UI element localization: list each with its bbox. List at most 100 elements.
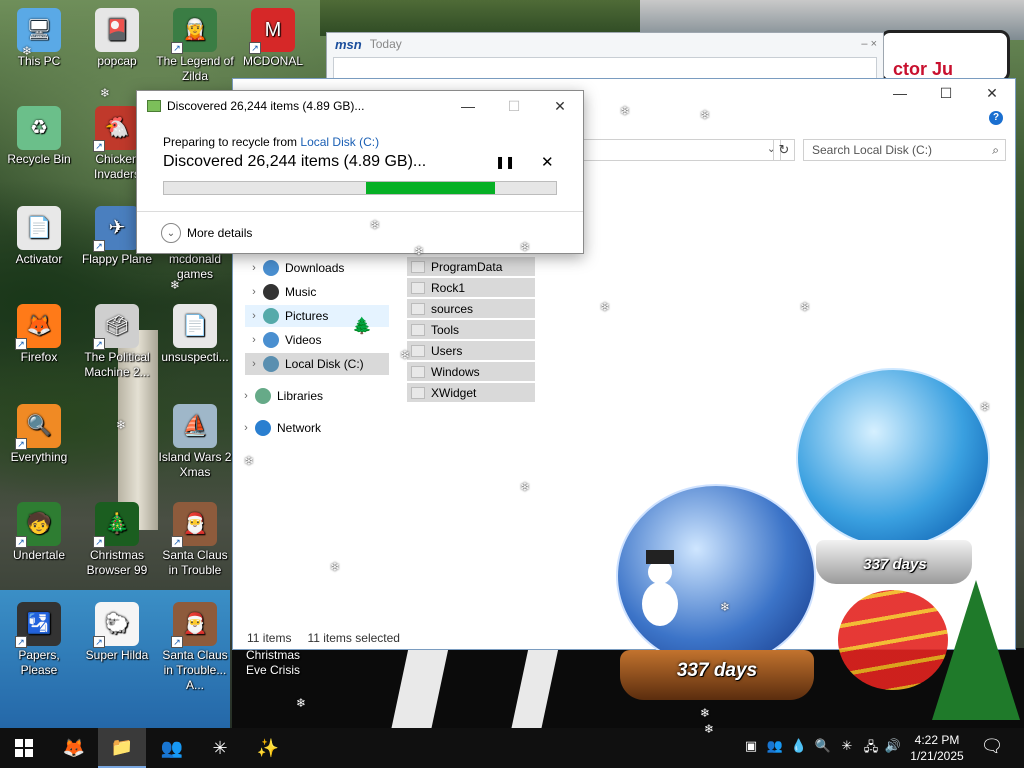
pause-button[interactable]: ❚❚ bbox=[495, 155, 515, 169]
address-bar[interactable]: ⌄ bbox=[569, 139, 781, 161]
tray-drop-icon[interactable]: 💧 bbox=[790, 738, 808, 758]
folder-icon bbox=[411, 260, 425, 273]
tray-app-icon[interactable]: ▣ bbox=[742, 738, 760, 758]
activator-icon: 📄 bbox=[17, 206, 61, 250]
nav-item[interactable]: › Libraries bbox=[237, 385, 387, 407]
taskbar-app[interactable]: 👥 bbox=[148, 728, 196, 768]
nav-item[interactable]: › Music bbox=[245, 281, 389, 303]
cancel-button[interactable]: ✕ bbox=[541, 153, 554, 171]
chevron-right-icon[interactable]: › bbox=[245, 358, 263, 370]
file-row[interactable]: XWidget bbox=[407, 383, 535, 402]
chevron-right-icon[interactable]: › bbox=[245, 286, 263, 298]
tray-people-icon[interactable]: 👥 bbox=[766, 738, 784, 758]
file-name: Rock1 bbox=[431, 280, 466, 295]
christmas-browser-icon: 🎄 ↗ bbox=[93, 502, 139, 548]
taskbar-clock[interactable]: 4:22 PM 1/21/2025 bbox=[906, 732, 968, 764]
maximize-button[interactable]: ☐ bbox=[923, 79, 969, 107]
file-row[interactable]: Users bbox=[407, 341, 535, 360]
chevron-right-icon[interactable]: › bbox=[245, 310, 263, 322]
desktop-icon[interactable]: 🔍 ↗ Everything bbox=[0, 404, 78, 465]
snowflake-icon: ❄ bbox=[600, 300, 611, 314]
snow-globe-right-label: 337 days bbox=[863, 556, 927, 573]
progress-bar bbox=[163, 181, 557, 195]
chevron-right-icon[interactable]: › bbox=[237, 390, 255, 402]
file-row[interactable]: Windows bbox=[407, 362, 535, 381]
desktop-icon[interactable]: 🛂 ↗ Papers, Please bbox=[0, 602, 78, 678]
taskbar-firefox[interactable]: 🦊 bbox=[50, 728, 98, 768]
volume-icon[interactable]: 🔊 bbox=[884, 738, 902, 758]
desktop-icon[interactable]: 🗳 ↗ The Political Machine 2... bbox=[78, 304, 156, 380]
close-button[interactable]: ✕ bbox=[969, 79, 1015, 107]
search-input[interactable]: Search Local Disk (C:) ⌕ bbox=[803, 139, 1006, 161]
clock-date: 1/21/2025 bbox=[910, 749, 964, 763]
desktop-icon-label: The Legend of Zilda bbox=[156, 54, 234, 83]
desktop-icon[interactable]: 🐑 ↗ Super Hilda bbox=[78, 602, 156, 663]
folder-icon bbox=[411, 281, 425, 294]
desktop-icon-label: MCDONAL bbox=[242, 54, 303, 68]
chevron-right-icon[interactable]: › bbox=[237, 422, 255, 434]
snowflake-icon: ❄ bbox=[700, 108, 711, 122]
more-details-button[interactable]: ⌄ More details bbox=[161, 223, 252, 243]
file-row[interactable]: ProgramData bbox=[407, 257, 535, 276]
file-row[interactable]: sources bbox=[407, 299, 535, 318]
msn-window-controls[interactable]: – × bbox=[861, 38, 877, 50]
file-row[interactable]: Tools bbox=[407, 320, 535, 339]
nav-icon bbox=[263, 356, 279, 372]
desktop-icon-label: Undertale bbox=[12, 548, 66, 562]
chevron-down-icon: ⌄ bbox=[161, 223, 181, 243]
desktop-icon[interactable]: 🧒 ↗ Undertale bbox=[0, 502, 78, 563]
recycle-progress-dialog[interactable]: Discovered 26,244 items (4.89 GB)... — ☐… bbox=[136, 90, 584, 254]
taskbar-file-explorer[interactable]: 📁 bbox=[98, 728, 146, 768]
chevron-right-icon[interactable]: › bbox=[245, 262, 263, 274]
tray-snowflake-icon[interactable]: ✳ bbox=[838, 738, 856, 758]
snowflake-icon: ✳ bbox=[212, 737, 228, 758]
desktop-icon-label: Santa Claus in Trouble... A... bbox=[162, 648, 228, 692]
desktop-icon[interactable]: 🦊 ↗ Firefox bbox=[0, 304, 78, 365]
desktop-icon-label: This PC bbox=[17, 54, 61, 68]
taskbar-snowflake-app[interactable]: ✳ bbox=[196, 728, 244, 768]
local-disk-link[interactable]: Local Disk (C:) bbox=[300, 135, 379, 149]
desktop-icon[interactable]: 🎅 ↗ Santa Claus in Trouble... A... bbox=[156, 602, 234, 693]
file-name: Users bbox=[431, 343, 463, 358]
file-row[interactable]: Rock1 bbox=[407, 278, 535, 297]
desktop-icon[interactable]: ⛵ Island Wars 2 Xmas bbox=[156, 404, 234, 480]
desktop-icon[interactable]: M ↗ MCDONAL bbox=[234, 8, 312, 69]
network-icon[interactable]: 🖧 bbox=[862, 738, 880, 758]
popcap-icon: 🎴 bbox=[95, 8, 139, 52]
desktop-icon[interactable]: ♻ Recycle Bin bbox=[0, 106, 78, 167]
minimize-button[interactable]: — bbox=[877, 79, 923, 107]
start-button[interactable] bbox=[0, 728, 48, 768]
refresh-button[interactable]: ↻ bbox=[773, 139, 795, 161]
desktop-icon[interactable]: 🎅 ↗ Santa Claus in Trouble bbox=[156, 502, 234, 578]
nav-item[interactable]: › Downloads bbox=[245, 257, 389, 279]
dialog-maximize-button: ☐ bbox=[507, 97, 521, 114]
desktop-icon[interactable]: 📄 Activator bbox=[0, 206, 78, 267]
snowflake-icon: ❄ bbox=[700, 706, 711, 720]
dialog-title: Discovered 26,244 items (4.89 GB)... bbox=[167, 99, 365, 113]
preparing-prefix: Preparing to recycle from bbox=[163, 135, 301, 149]
folder-icon bbox=[411, 344, 425, 357]
taskbar-wand-app[interactable]: ✨ bbox=[244, 728, 292, 768]
desktop-icon-label: Santa Claus in Trouble bbox=[162, 548, 228, 577]
help-icon[interactable]: ? bbox=[989, 111, 1003, 125]
notification-center-icon[interactable]: 🗨 bbox=[980, 736, 1004, 760]
papers-please-icon: 🛂 ↗ bbox=[15, 602, 61, 648]
desktop-icon[interactable]: 🎄 ↗ Christmas Browser 99 bbox=[78, 502, 156, 578]
desktop-icon[interactable]: 🎴 popcap bbox=[78, 8, 156, 69]
desktop-icon[interactable]: 🧝 ↗ The Legend of Zilda bbox=[156, 8, 234, 84]
dialog-close-button[interactable]: ✕ bbox=[537, 91, 583, 121]
nav-item-label: Downloads bbox=[285, 261, 345, 275]
nav-item[interactable]: › Local Disk (C:) bbox=[245, 353, 389, 375]
nav-item-label: Libraries bbox=[277, 389, 324, 403]
snowflake-icon: ❄ bbox=[800, 300, 811, 314]
file-name: Tools bbox=[431, 322, 460, 337]
mcdonalds-icon: M ↗ bbox=[249, 8, 295, 54]
snowflake-icon: ❄ bbox=[296, 696, 307, 710]
tray-search-icon[interactable]: 🔍 bbox=[814, 738, 832, 758]
nav-item-label: Pictures bbox=[285, 309, 329, 323]
nav-item[interactable]: › Network bbox=[237, 417, 387, 439]
dialog-minimize-button[interactable]: — bbox=[445, 91, 491, 121]
desktop-icon[interactable]: 🖥 This PC bbox=[0, 8, 78, 69]
desktop-icon[interactable]: 📄 unsuspecti... bbox=[156, 304, 234, 365]
chevron-right-icon[interactable]: › bbox=[245, 334, 263, 346]
